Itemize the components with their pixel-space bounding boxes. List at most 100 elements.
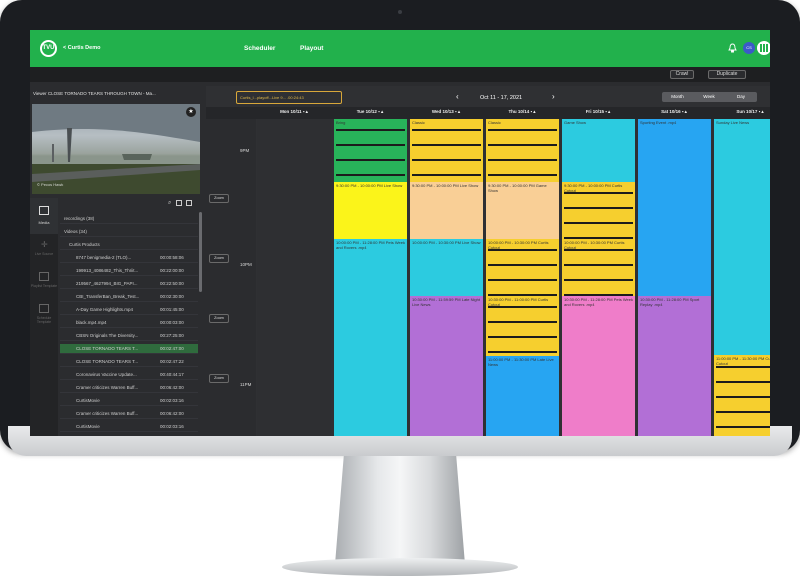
- media-tree-row[interactable]: CLOSE TORNADO TEARS T... 00:02:47:00: [60, 344, 198, 354]
- view-month[interactable]: Month: [662, 92, 693, 102]
- calendar-icon[interactable]: ▪ ▴: [302, 109, 308, 114]
- schedule-event[interactable]: 9:30:00 PM - 10:00:00 PM Live Show: [410, 182, 483, 239]
- nav-scheduler[interactable]: Scheduler: [244, 45, 275, 52]
- schedule-event[interactable]: Sporting Event .mp4: [638, 119, 711, 296]
- bell-icon[interactable]: [728, 43, 737, 53]
- next-week-arrow[interactable]: ›: [552, 92, 555, 101]
- media-tree-row[interactable]: 219567_4627994_BIG_PAPI... 00:22:50:00: [60, 279, 198, 289]
- calendar-icon[interactable]: ▪ ▴: [454, 109, 460, 114]
- media-tree-row-duration: 00:02:47:00: [160, 346, 184, 351]
- rail-item-playlist-template[interactable]: Playlist Template: [30, 268, 58, 298]
- media-tree-row[interactable]: CurtisMovie 00:02:03:16: [60, 396, 198, 406]
- day-header[interactable]: Sat 10/16 ▪ ▴: [637, 109, 711, 119]
- media-tree-row[interactable]: 199913_4086482_This_Thriit... 00:22:00:00: [60, 266, 198, 276]
- schedule-event[interactable]: 10:00:00 PM - 10:30:00 PM Curtis Cutout: [486, 239, 559, 296]
- rail-item-media[interactable]: Media: [30, 198, 58, 234]
- media-tree-row[interactable]: Coronavirus Vaccine Update... 00:40:44:17: [60, 370, 198, 380]
- media-icon: [39, 206, 49, 215]
- schedule-event[interactable]: 10:30:00 PM - 11:28:00 PM Pets Week and …: [562, 296, 635, 436]
- media-tree-row[interactable]: recordings (38): [60, 214, 198, 224]
- day-header[interactable]: Thu 10/14 ▪ ▴: [485, 109, 559, 119]
- schedule-event[interactable]: Game Show: [562, 119, 635, 182]
- event-divider: [336, 159, 405, 161]
- zoom-button[interactable]: Zoom: [209, 254, 229, 263]
- search-icon[interactable]: ⌕: [168, 200, 171, 207]
- zoom-button[interactable]: Zoom: [209, 314, 229, 323]
- event-divider: [564, 222, 633, 224]
- back-to-curtis-demo[interactable]: < Curtis Demo: [63, 45, 100, 51]
- media-tree-row-name: CBI_TransferBan_Break_Test...: [76, 294, 140, 299]
- viewer-title: Viewer CLOSE TORNADO TEARS THROUGH TOWN …: [33, 91, 156, 96]
- schedule-event[interactable]: 9:30:00 PM - 10:00:00 PM Curtis Cutout: [562, 182, 635, 239]
- schedule-event[interactable]: 10:30:00 PM - 11:00:00 PM Curtis Cutout: [486, 296, 559, 356]
- calendar-icon[interactable]: ▪ ▴: [757, 109, 764, 114]
- media-tree-row[interactable]: CLOSE TORNADO TEARS T... 00:02:47:22: [60, 357, 198, 367]
- schedule-event[interactable]: 10:00:00 PM - 11:28:00 PM Pets Week and …: [334, 239, 407, 414]
- media-tree-row[interactable]: 8747 benigmedia-2 (TLO)... 00:00:58:06: [60, 253, 198, 263]
- selected-clip-chip[interactable]: Curtis_l...playoff...Live 9... .00:24:43: [236, 91, 342, 104]
- folder-icon[interactable]: [176, 200, 182, 206]
- user-avatar[interactable]: CS: [743, 42, 755, 54]
- media-tree-row[interactable]: CurtisMovie 00:02:03:16: [60, 422, 198, 432]
- tree-scrollbar[interactable]: [199, 212, 202, 292]
- schedule-event[interactable]: 11:00:00 PM - 11:30:00 PM Late Live News: [486, 356, 559, 436]
- calendar-icon[interactable]: ▪ ▴: [529, 109, 535, 114]
- event-label: 10:30:00 PM - 11:28:00 PM Pets Week and …: [564, 297, 633, 307]
- media-tree-row[interactable]: Cramer criticizes Warren Buff... 00:06:42…: [60, 409, 198, 419]
- media-tree-row[interactable]: Cramer criticizes Warren Buff... 00:06:42…: [60, 383, 198, 393]
- crawl-button[interactable]: Crawl: [670, 70, 694, 79]
- day-header[interactable]: Sun 10/17 ▪ ▴: [713, 109, 770, 119]
- media-tree-row[interactable]: A-Day Game Highlights.mp4 00:01:45:00: [60, 305, 198, 315]
- event-divider: [488, 144, 557, 146]
- day-header-label: Fri 10/15: [585, 109, 604, 114]
- view-day[interactable]: Day: [725, 92, 757, 102]
- grid-view-icon[interactable]: [186, 200, 192, 206]
- media-tree-row[interactable]: CBI_TransferBan_Break_Test... 00:02:30:00: [60, 292, 198, 302]
- schedule-event[interactable]: 9:30:00 PM - 10:00:00 PM Live Show: [334, 182, 407, 239]
- schedule-event[interactable]: 9:30:00 PM - 10:00:00 PM Game Show: [486, 182, 559, 239]
- media-tree: ⌕ recordings (38) Videos (34) Curtis Produ…: [60, 198, 202, 436]
- view-switcher: Month Week Day: [662, 92, 757, 102]
- rail-item-live-source[interactable]: ✛ Live Source: [30, 236, 58, 266]
- zoom-button[interactable]: Zoom: [209, 374, 229, 383]
- event-divider: [716, 411, 770, 413]
- calendar-icon[interactable]: ▪ ▴: [604, 109, 610, 114]
- schedule-event[interactable]: 10:30:00 PM - 11:28:00 PM Sport Replay .…: [638, 296, 711, 436]
- schedule-event[interactable]: Sunday Live News: [714, 119, 770, 355]
- media-tree-row[interactable]: Videos (34): [60, 227, 198, 237]
- media-tree-row-name: CBSN Originals The Diversity...: [76, 333, 139, 338]
- schedule-event[interactable]: 10:30:00 PM - 11:59:59 PM Late Night Liv…: [410, 296, 483, 436]
- duplicate-button[interactable]: Duplicate: [708, 70, 746, 79]
- schedule-event[interactable]: 10:00:00 PM - 10:30:00 PM Curtis Cutout: [562, 239, 635, 296]
- day-header[interactable]: Wed 10/13 ▪ ▴: [409, 109, 483, 119]
- prev-week-arrow[interactable]: ‹: [456, 92, 459, 101]
- event-divider: [412, 144, 481, 146]
- media-tree-row[interactable]: Curtis Products: [60, 240, 198, 250]
- left-rail: Media ✛ Live Source Playlist Template Sc…: [30, 198, 58, 436]
- calendar-icon[interactable]: ▪ ▴: [681, 109, 687, 114]
- media-tree-row-duration: 00:02:03:16: [160, 398, 184, 403]
- schedule-event[interactable]: [334, 414, 407, 436]
- day-header-label: Wed 10/13: [431, 109, 454, 114]
- star-icon[interactable]: ★: [186, 107, 196, 117]
- day-header[interactable]: Fri 10/15 ▪ ▴: [561, 109, 635, 119]
- event-divider: [488, 336, 557, 338]
- apps-grid-icon[interactable]: [757, 41, 770, 55]
- day-header[interactable]: Tue 10/12 ▪ ▴: [333, 109, 407, 119]
- schedule-icon: [39, 304, 49, 313]
- monitor-stand: [334, 456, 466, 566]
- schedule-event[interactable]: 10:00:00 PM - 10:30:00 PM Live Show: [410, 239, 483, 296]
- event-label: 10:00:00 PM - 11:28:00 PM Pets Week and …: [336, 240, 405, 250]
- secondary-toolbar: Crawl Duplicate: [30, 67, 770, 82]
- video-viewer[interactable]: © Pecos Hawk ★: [32, 104, 200, 194]
- view-week[interactable]: Week: [693, 92, 725, 102]
- nav-playout[interactable]: Playout: [300, 45, 323, 52]
- zoom-button[interactable]: Zoom: [209, 194, 229, 203]
- date-range: Oct 11 - 17, 2021: [480, 95, 523, 101]
- calendar-icon[interactable]: ▪ ▴: [377, 109, 383, 114]
- rail-item-schedule-template[interactable]: Schedule Template: [30, 300, 58, 330]
- media-tree-row[interactable]: CBSN Originals The Diversity... 00:27:25:…: [60, 331, 198, 341]
- day-header[interactable]: Mon 10/11 ▪ ▴: [257, 109, 331, 119]
- media-tree-row[interactable]: black.mp4.mp4 00:00:03:00: [60, 318, 198, 328]
- event-label: 10:00:00 PM - 10:30:00 PM Live Show: [412, 240, 481, 245]
